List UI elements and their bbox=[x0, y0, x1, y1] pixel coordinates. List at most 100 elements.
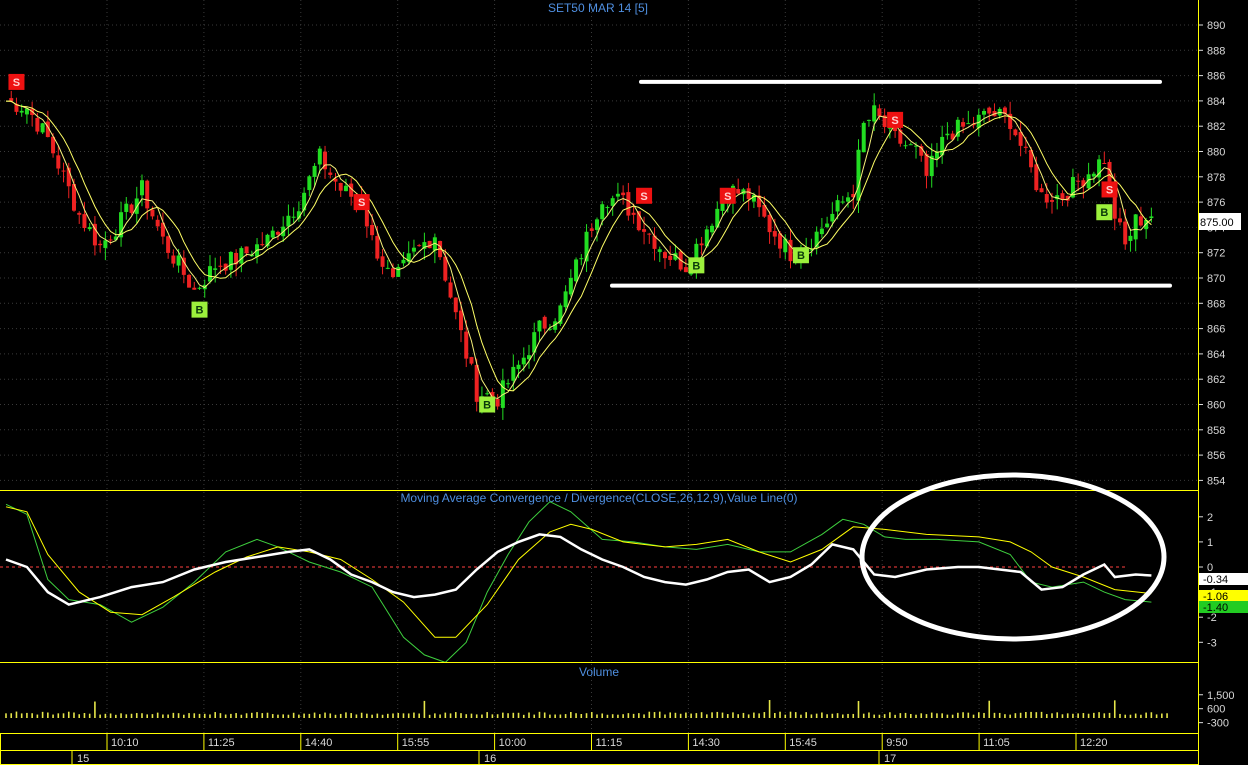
day-tick-label: 17 bbox=[884, 753, 896, 765]
candle-up bbox=[856, 149, 861, 201]
candle-up bbox=[563, 291, 568, 308]
candle-down bbox=[82, 214, 87, 229]
macd-tick-label: 0 bbox=[1207, 562, 1213, 574]
sell-signal-letter: S bbox=[1106, 184, 1113, 196]
candle-up bbox=[40, 123, 45, 133]
price-tick-label: 868 bbox=[1207, 298, 1225, 310]
sell-signal-letter: S bbox=[724, 191, 731, 203]
time-tick-label: 12:20 bbox=[1080, 737, 1108, 749]
candle-up bbox=[1133, 214, 1138, 240]
candle-down bbox=[108, 239, 113, 241]
candle-down bbox=[668, 255, 673, 260]
candle-up bbox=[307, 176, 312, 191]
candle-up bbox=[1091, 173, 1096, 177]
candle-down bbox=[244, 246, 249, 254]
candle-up bbox=[213, 268, 218, 270]
candle-down bbox=[736, 189, 741, 194]
candle-down bbox=[464, 331, 469, 359]
candle-up bbox=[934, 151, 939, 159]
candle-up bbox=[710, 225, 715, 233]
candle-up bbox=[1128, 235, 1133, 241]
candle-down bbox=[495, 398, 500, 407]
buy-signal-letter: B bbox=[1100, 207, 1108, 219]
candle-down bbox=[1123, 221, 1128, 245]
macd-tick-label: -3 bbox=[1207, 637, 1217, 649]
price-tick-label: 858 bbox=[1207, 425, 1225, 437]
candle-up bbox=[312, 165, 317, 177]
candle-up bbox=[87, 227, 92, 230]
macd-value-label: -0.34 bbox=[1203, 574, 1228, 586]
buy-signal-letter: B bbox=[692, 260, 700, 272]
candle-down bbox=[187, 274, 192, 288]
candle-up bbox=[579, 258, 584, 260]
candle-up bbox=[291, 216, 296, 218]
candle-down bbox=[427, 240, 432, 249]
candle-down bbox=[621, 192, 626, 196]
time-tick-label: 9:50 bbox=[886, 737, 907, 749]
price-tick-label: 890 bbox=[1207, 20, 1225, 32]
candle-down bbox=[1102, 163, 1107, 165]
candle-down bbox=[56, 155, 61, 169]
candle-down bbox=[417, 245, 422, 247]
candle-down bbox=[129, 204, 134, 213]
candle-down bbox=[746, 188, 751, 200]
macd-title: Moving Average Convergence / Divergence(… bbox=[400, 491, 797, 505]
candle-down bbox=[192, 287, 197, 290]
candle-down bbox=[61, 170, 66, 172]
candle-down bbox=[987, 107, 992, 114]
candle-down bbox=[166, 236, 171, 253]
candle-up bbox=[840, 201, 845, 203]
macd-value-label: -1.40 bbox=[1203, 602, 1228, 614]
candle-down bbox=[1034, 164, 1039, 191]
time-tick-label: 14:40 bbox=[305, 737, 333, 749]
candle-up bbox=[574, 259, 579, 282]
candle-up bbox=[594, 219, 599, 230]
price-tick-label: 862 bbox=[1207, 374, 1225, 386]
price-tick-label: 880 bbox=[1207, 147, 1225, 159]
price-tick-label: 878 bbox=[1207, 172, 1225, 184]
candle-down bbox=[181, 257, 186, 275]
macd-tick-label: 2 bbox=[1207, 512, 1213, 524]
candle-down bbox=[1117, 218, 1122, 223]
candle-up bbox=[176, 255, 181, 266]
candle-down bbox=[150, 209, 155, 217]
volume-tick-label: 1,500 bbox=[1207, 690, 1235, 702]
candle-up bbox=[872, 105, 877, 122]
candle-down bbox=[1060, 193, 1065, 200]
candle-up bbox=[302, 192, 307, 211]
candle-up bbox=[537, 320, 542, 332]
candle-down bbox=[459, 310, 464, 331]
candle-down bbox=[542, 316, 547, 329]
day-tick-label: 15 bbox=[77, 753, 89, 765]
volume-tick-label: 600 bbox=[1207, 704, 1225, 716]
macd-tick-label: -2 bbox=[1207, 612, 1217, 624]
candle-down bbox=[260, 244, 265, 246]
candle-down bbox=[788, 239, 793, 262]
candle-down bbox=[35, 118, 40, 132]
candle-down bbox=[380, 256, 385, 267]
candle-up bbox=[516, 364, 521, 370]
buy-signal-letter: B bbox=[483, 400, 491, 412]
candle-up bbox=[103, 240, 108, 248]
candle-up bbox=[866, 119, 871, 121]
chart-background bbox=[0, 0, 1248, 765]
price-tick-label: 856 bbox=[1207, 450, 1225, 462]
candle-up bbox=[385, 267, 390, 269]
price-tick-label: 888 bbox=[1207, 45, 1225, 57]
candle-down bbox=[145, 180, 150, 209]
candle-up bbox=[615, 193, 620, 197]
buy-signal-letter: B bbox=[797, 250, 805, 262]
candle-up bbox=[568, 277, 573, 295]
candle-down bbox=[662, 252, 667, 259]
candle-up bbox=[600, 204, 605, 220]
candle-down bbox=[218, 265, 223, 267]
candle-up bbox=[1149, 216, 1154, 219]
sell-signal-letter: S bbox=[358, 197, 365, 209]
candle-down bbox=[77, 212, 82, 215]
candle-up bbox=[239, 248, 244, 264]
candle-up bbox=[966, 123, 971, 125]
price-tick-label: 872 bbox=[1207, 248, 1225, 260]
candle-down bbox=[1076, 180, 1081, 182]
candle-down bbox=[370, 224, 375, 236]
time-tick-label: 15:55 bbox=[402, 737, 430, 749]
